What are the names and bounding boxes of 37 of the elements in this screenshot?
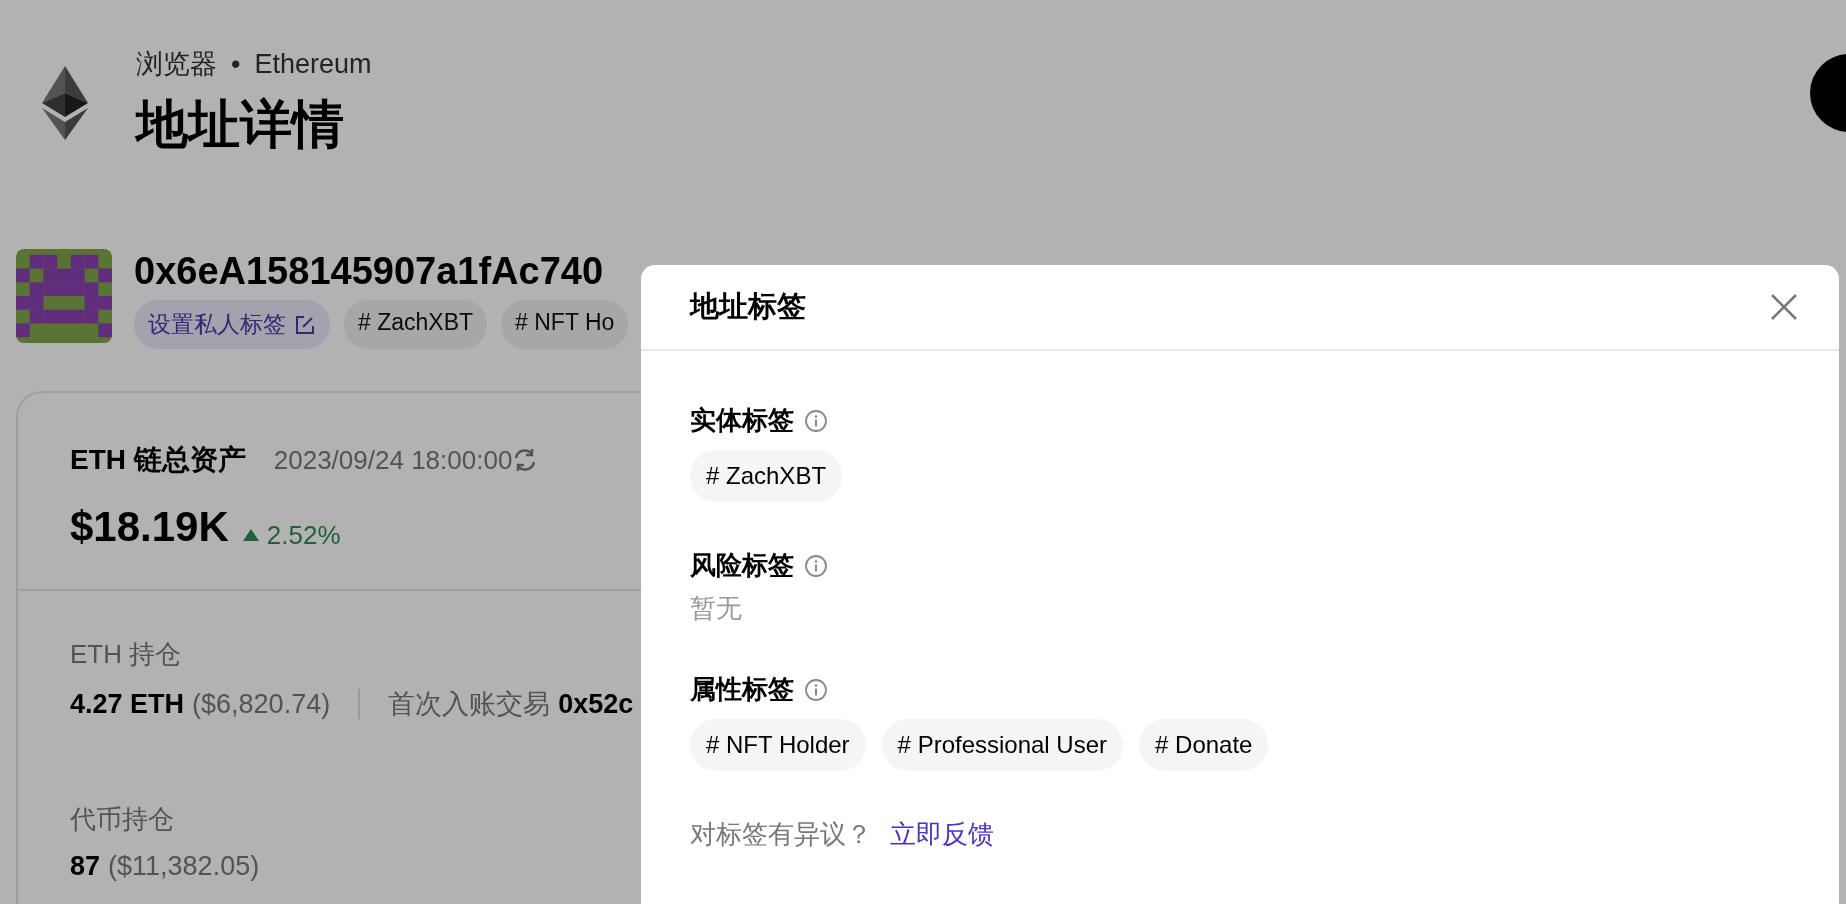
token-value: ($11,382.05) <box>108 851 260 882</box>
address-tag: # ZachXBT <box>344 300 488 349</box>
label-tag: # NFT Holder <box>690 719 866 771</box>
card-title: ETH 链总资产 <box>70 443 246 477</box>
page-title: 地址详情 <box>136 94 345 155</box>
change-percent: 2.52% <box>266 519 341 551</box>
info-icon[interactable] <box>804 408 828 433</box>
eth-amount: 4.27 ETH <box>70 688 185 720</box>
label-tag: # Professional User <box>881 719 1124 771</box>
section-title: 属性标签 <box>690 673 794 706</box>
feedback-prompt: 对标签有异议？ <box>690 818 872 851</box>
wallet-address: 0x6eA158145907a1fAc740 <box>134 249 605 294</box>
update-time: 2023/09/24 18:00:00 <box>273 444 513 476</box>
total-assets: $18.19K <box>70 503 229 551</box>
label-tag: # Donate <box>1139 719 1269 771</box>
breadcrumb-link[interactable]: 浏览器 <box>136 46 217 82</box>
dialog-title: 地址标签 <box>690 289 806 324</box>
empty-text: 暂无 <box>690 592 743 625</box>
eth-value: ($6,820.74) <box>192 688 331 720</box>
info-icon[interactable] <box>804 553 828 578</box>
feedback-link[interactable]: 立即反馈 <box>890 817 994 852</box>
breadcrumb-network: Ethereum <box>254 48 372 80</box>
token-count: 87 <box>70 851 101 882</box>
label-tag: # ZachXBT <box>690 450 843 502</box>
edit-icon <box>294 313 316 336</box>
close-icon <box>1769 292 1799 322</box>
address-tag: # NFT Ho <box>501 300 629 349</box>
private-tag-button[interactable]: 设置私人标签 <box>134 300 330 349</box>
first-tx-label: 首次入账交易 <box>388 688 551 721</box>
breadcrumb-separator: • <box>231 48 241 80</box>
info-icon[interactable] <box>804 677 828 702</box>
section-title: 风险标签 <box>690 549 794 582</box>
ethereum-logo-icon <box>42 66 88 140</box>
first-tx-hash[interactable]: 0x52c <box>558 688 634 720</box>
eth-holding-label: ETH 持仓 <box>70 638 182 671</box>
token-holding-label: 代币持仓 <box>70 803 174 836</box>
section-title: 实体标签 <box>690 404 794 437</box>
